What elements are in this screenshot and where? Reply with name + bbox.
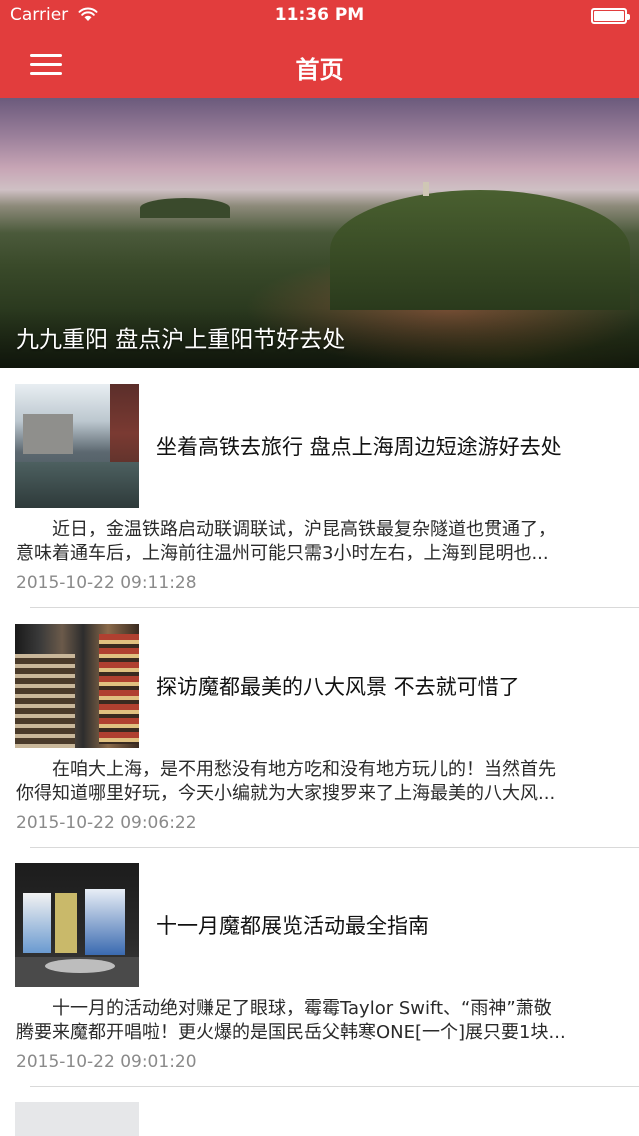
battery-icon	[591, 8, 630, 24]
article-thumbnail	[15, 384, 139, 508]
article-date: 2015-10-22 09:06:22	[16, 813, 197, 833]
article-title: 探访魔都最美的八大风景 不去就可惜了	[156, 675, 520, 699]
article-item[interactable]: 十一月魔都展览活动最全指南 十一月的活动绝对赚足了眼球，霉霉Taylor Swi…	[0, 847, 639, 1087]
article-title: 坐着高铁去旅行 盘点上海周边短途游好去处	[156, 435, 562, 459]
article-date: 2015-10-22 09:11:28	[16, 573, 197, 593]
article-thumbnail	[15, 624, 139, 748]
article-summary: 十一月的活动绝对赚足了眼球，霉霉Taylor Swift、“雨神”萧敬 腾要来魔…	[16, 998, 566, 1043]
article-date: 2015-10-22 09:01:20	[16, 1052, 197, 1072]
page-title: 首页	[295, 56, 344, 84]
hero-banner[interactable]: 九九重阳 盘点沪上重阳节好去处	[0, 98, 639, 368]
article-thumbnail	[15, 1102, 139, 1136]
article-item[interactable]: 坐着高铁去旅行 盘点上海周边短途游好去处 近日，金温铁路启动联调联试，沪昆高铁最…	[0, 368, 639, 608]
article-title: 十一月魔都展览活动最全指南	[156, 914, 429, 938]
hero-caption: 九九重阳 盘点沪上重阳节好去处	[16, 327, 346, 353]
status-time: 11:36 PM	[274, 5, 365, 25]
nav-bar: 首页	[0, 32, 639, 98]
article-item[interactable]	[0, 1086, 639, 1136]
article-item[interactable]: 探访魔都最美的八大风景 不去就可惜了 在咱大上海，是不用愁没有地方吃和没有地方玩…	[0, 608, 639, 848]
article-thumbnail	[15, 863, 139, 987]
article-summary: 近日，金温铁路启动联调联试，沪昆高铁最复杂隧道也贯通了， 意味着通车后，上海前往…	[16, 519, 556, 564]
status-bar: Carrier 11:36 PM	[0, 0, 639, 32]
article-summary: 在咱大上海，是不用愁没有地方吃和没有地方玩儿的！当然首先 你得知道哪里好玩，今天…	[16, 759, 556, 804]
